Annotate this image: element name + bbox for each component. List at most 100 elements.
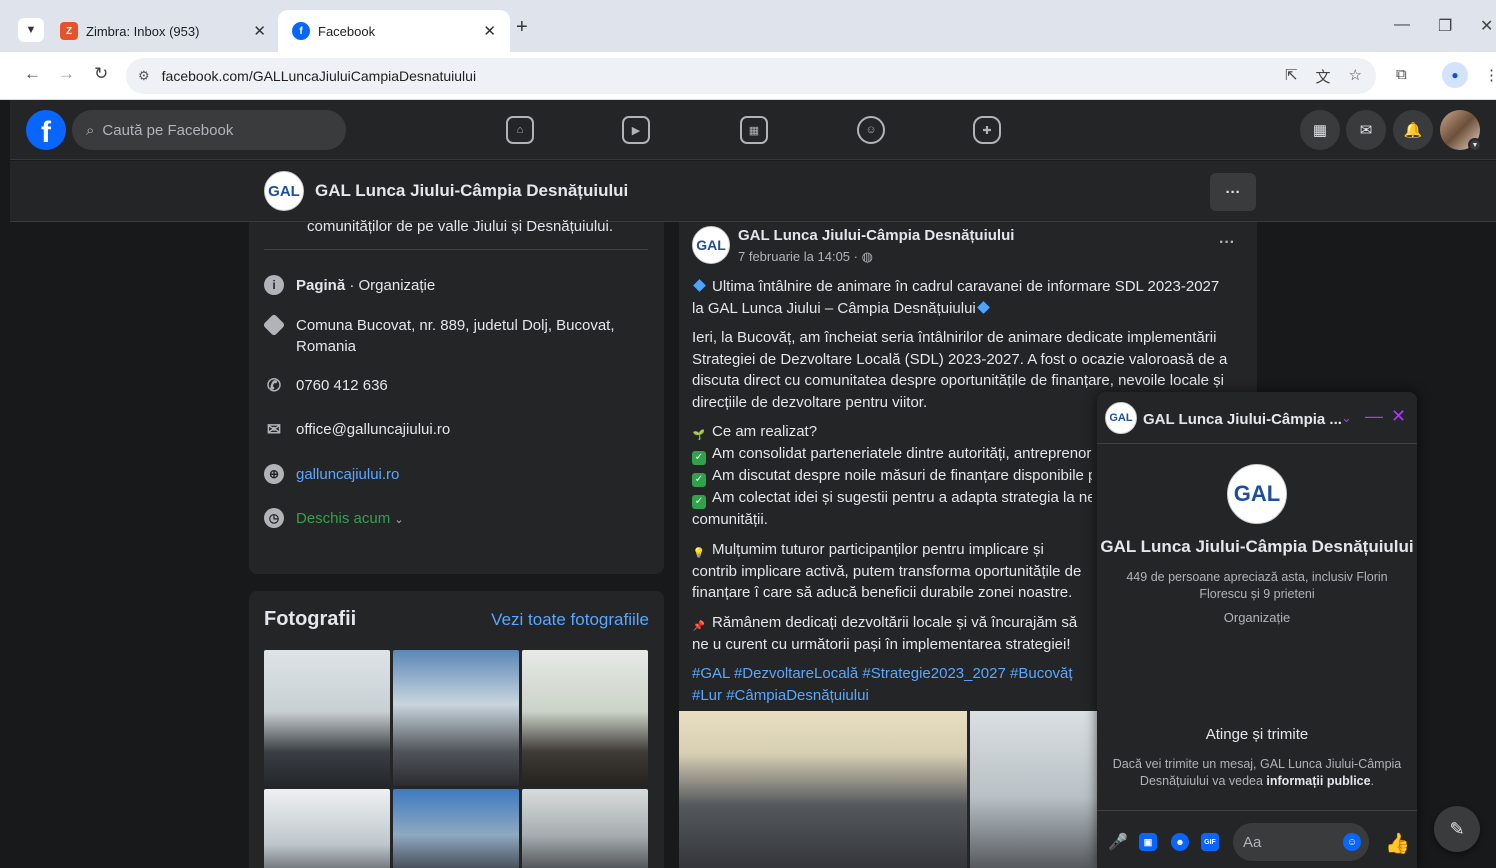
chat-privacy-info: Dacă vei trimite un mesaj, GAL Lunca Jiu… <box>1112 757 1402 788</box>
post-image[interactable] <box>679 711 967 868</box>
emoji-icon[interactable]: ☺ <box>1343 833 1361 851</box>
messenger-chat-window: GAL GAL Lunca Jiului-Câmpia ... ⌄ — ✕ GA… <box>1097 392 1417 868</box>
restore-icon[interactable]: ❐ <box>1438 16 1452 36</box>
messenger-icon[interactable]: ✉ <box>1346 110 1386 150</box>
browser-profile-icon[interactable]: ● <box>1442 62 1468 88</box>
tab-title: Zimbra: Inbox (953) <box>86 23 200 39</box>
facebook-search-input[interactable]: ⌕ Caută pe Facebook <box>72 110 346 150</box>
browser-toolbar: ← → ↻ ⚙ facebook.com/GALLuncaJiuluiCampi… <box>0 52 1496 100</box>
intro-phone-row: ✆ 0760 412 636 <box>264 375 636 396</box>
tab-zimbra[interactable]: Z Zimbra: Inbox (953) ✕ <box>46 10 280 52</box>
address-bar[interactable]: ⚙ facebook.com/GALLuncaJiuluiCampiaDesna… <box>126 58 1376 94</box>
chat-header[interactable]: GAL GAL Lunca Jiului-Câmpia ... ⌄ — ✕ <box>1097 392 1417 444</box>
directions-icon <box>262 313 286 337</box>
intro-hours-row: ◷ Deschis acum ⌄ <box>264 508 636 531</box>
light-bulb-icon: 💡 <box>692 547 706 559</box>
blue-diamond-icon <box>976 300 990 314</box>
chat-header-name[interactable]: GAL Lunca Jiului-Câmpia ... <box>1143 411 1342 428</box>
install-app-icon[interactable]: ⇱ <box>1285 66 1298 87</box>
site-info-icon[interactable]: ⚙ <box>138 68 150 84</box>
post-author-name[interactable]: GAL Lunca Jiului-Câmpia Desnățuiului <box>738 227 1014 244</box>
chat-category: Organizație <box>1223 610 1291 625</box>
close-chat-icon[interactable]: ✕ <box>1391 406 1406 427</box>
minimize-chat-icon[interactable]: — <box>1365 406 1383 427</box>
tab-facebook[interactable]: f Facebook ✕ <box>278 10 510 52</box>
menu-grid-icon[interactable]: ▦ <box>1300 110 1340 150</box>
see-all-photos-link[interactable]: Vezi toate fotografiile <box>491 610 649 630</box>
search-icon: ⌕ <box>86 121 95 139</box>
photo-thumbnail[interactable] <box>393 650 519 786</box>
tab-search-button[interactable]: ▼ <box>18 18 44 42</box>
photos-title: Fotografii <box>264 608 357 630</box>
intro-email-row: ✉ office@galluncajiului.ro <box>264 419 636 440</box>
photo-thumbnail[interactable] <box>522 789 648 868</box>
page-more-button[interactable]: ··· <box>1210 173 1256 211</box>
video-icon[interactable]: ▶ <box>622 116 650 144</box>
chevron-down-icon: ▼ <box>1468 138 1482 152</box>
chevron-down-icon: ⌄ <box>394 514 404 526</box>
check-mark-icon: ✓ <box>692 473 706 487</box>
microphone-icon[interactable]: 🎤 <box>1108 833 1128 851</box>
email-icon: ✉ <box>266 419 282 439</box>
page-logo[interactable]: GAL <box>264 171 304 211</box>
address-text: Comuna Bucovat, nr. 889, judetul Dolj, B… <box>296 317 615 355</box>
clock-icon: ◷ <box>264 508 284 528</box>
intro-website-row: ⊕ galluncajiului.ro <box>264 464 636 485</box>
chat-profile-logo: GAL <box>1227 464 1287 524</box>
seedling-icon: 🌱 <box>692 430 706 441</box>
thumbs-up-icon[interactable]: 👍 <box>1385 831 1410 856</box>
browser-tab-bar: ▼ Z Zimbra: Inbox (953) ✕ f Facebook ✕ +… <box>0 0 1496 52</box>
page-title[interactable]: GAL Lunca Jiului-Câmpia Desnățuiului <box>315 181 628 201</box>
window-close-icon[interactable]: ✕ <box>1480 16 1493 36</box>
photos-card: Fotografii Vezi toate fotografiile <box>249 591 664 868</box>
website-link[interactable]: galluncajiului.ro <box>296 464 636 485</box>
home-icon[interactable]: ⌂ <box>506 116 534 144</box>
back-icon[interactable]: ← <box>24 64 41 84</box>
zimbra-icon: Z <box>60 22 78 40</box>
message-input[interactable]: Aa ☺ <box>1233 823 1369 861</box>
info-icon: i <box>264 275 284 295</box>
hours-dropdown[interactable]: Deschis acum ⌄ <box>296 508 636 531</box>
bookmark-star-icon[interactable]: ☆ <box>1349 66 1362 87</box>
intro-card: comunităților de pe valle Jiului și Desn… <box>249 218 664 574</box>
marketplace-icon[interactable]: ▦ <box>740 116 768 144</box>
photo-thumbnail[interactable] <box>522 650 648 786</box>
phone-text: 0760 412 636 <box>296 377 388 394</box>
groups-icon[interactable]: ☺ <box>857 116 885 144</box>
check-mark-icon: ✓ <box>692 495 706 509</box>
close-icon[interactable]: ✕ <box>483 22 496 40</box>
gaming-icon[interactable]: ✚ <box>973 116 1001 144</box>
photo-thumbnail[interactable] <box>393 789 519 868</box>
tab-title: Facebook <box>318 23 376 39</box>
photo-thumbnail[interactable] <box>264 650 390 786</box>
new-tab-button[interactable]: + <box>516 16 528 39</box>
chat-avatar: GAL <box>1105 402 1137 434</box>
extensions-icon[interactable]: ⧉ <box>1396 66 1407 83</box>
chevron-down-icon[interactable]: ⌄ <box>1341 410 1352 426</box>
search-placeholder: Caută pe Facebook <box>102 121 234 139</box>
email-text: office@galluncajiului.ro <box>296 421 451 438</box>
account-avatar[interactable]: ▼ <box>1440 110 1482 152</box>
post-hashtags[interactable]: #GAL #DezvoltareLocală #Strategie2023_20… <box>692 663 1092 706</box>
facebook-icon: f <box>292 22 310 40</box>
sticker-icon[interactable]: ☻ <box>1171 833 1189 851</box>
post-options-icon[interactable]: ··· <box>1219 234 1235 252</box>
gif-icon[interactable]: GIF <box>1201 833 1219 851</box>
divider <box>264 249 648 250</box>
menu-kebab-icon[interactable]: ⋮ <box>1484 66 1496 84</box>
intro-bio-text: comunităților de pe valle Jiului și Desn… <box>307 218 613 235</box>
check-mark-icon: ✓ <box>692 451 706 465</box>
post-author-avatar[interactable]: GAL <box>692 226 730 264</box>
photo-thumbnail[interactable] <box>264 789 390 868</box>
intro-address-row: Comuna Bucovat, nr. 889, judetul Dolj, B… <box>262 313 636 357</box>
notifications-bell-icon[interactable]: 🔔 <box>1393 110 1433 150</box>
translate-icon[interactable]: 文 <box>1316 66 1331 87</box>
forward-icon[interactable]: → <box>58 64 75 84</box>
photo-attach-icon[interactable]: ▣ <box>1139 833 1157 851</box>
post-timestamp[interactable]: 7 februarie la 14:05 · ◍ <box>738 249 873 265</box>
minimize-icon[interactable]: — <box>1394 16 1410 34</box>
new-message-button[interactable]: ✎ <box>1434 806 1480 852</box>
facebook-logo-icon[interactable]: f <box>26 110 66 150</box>
close-icon[interactable]: ✕ <box>253 22 266 40</box>
reload-icon[interactable]: ↻ <box>94 64 108 84</box>
